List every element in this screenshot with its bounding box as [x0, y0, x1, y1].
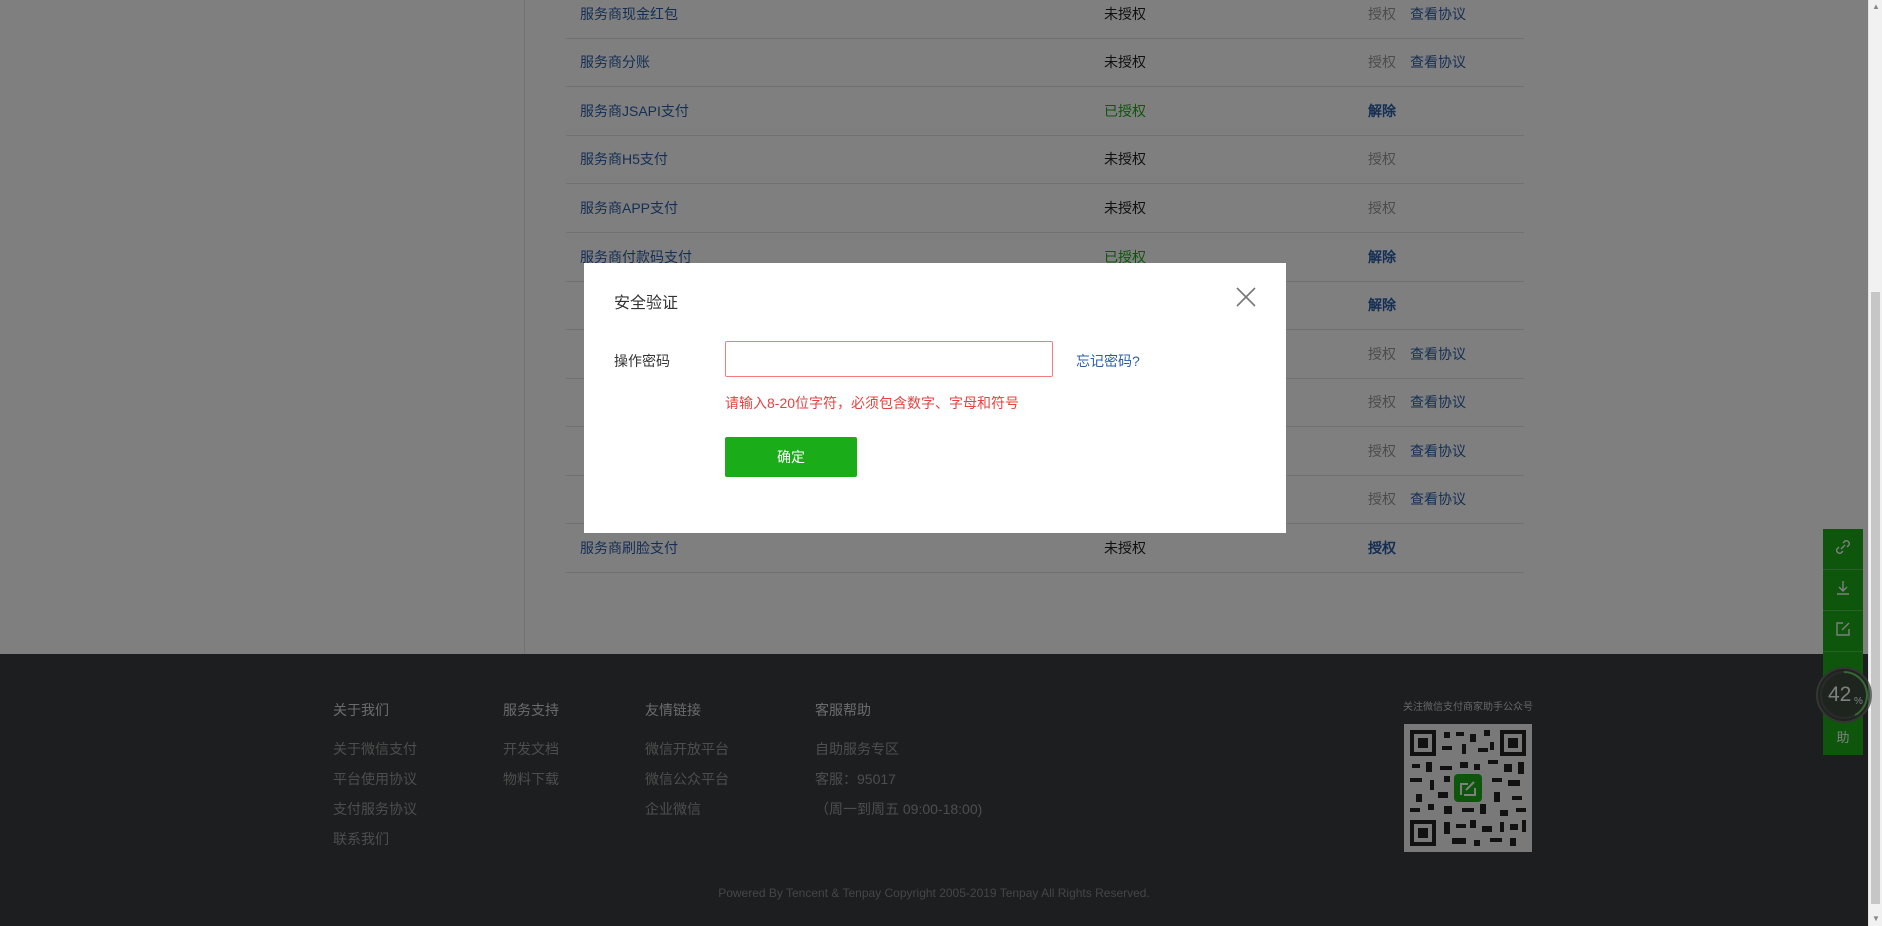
confirm-button[interactable]: 确定	[725, 437, 857, 477]
security-verification-dialog: 安全验证 操作密码 忘记密码? 请输入8-20位字符，必须包含数字、字母和符号 …	[584, 263, 1286, 533]
close-icon	[1234, 287, 1258, 313]
password-label: 操作密码	[614, 353, 670, 369]
page-scrollbar[interactable]: ▲ ▼	[1868, 0, 1882, 926]
dialog-title: 安全验证	[614, 295, 679, 312]
forgot-password-link[interactable]: 忘记密码?	[1076, 351, 1140, 371]
page: 服务商现金红包 未授权 授权 查看协议 服务商分账 未授权 授权 查看协议 服务…	[0, 0, 1882, 926]
scroll-up-icon[interactable]: ▲	[1872, 2, 1880, 11]
close-button[interactable]	[1234, 285, 1258, 309]
operation-password-input[interactable]	[725, 341, 1053, 377]
password-error-message: 请输入8-20位字符，必须包含数字、字母和符号	[725, 395, 1020, 411]
scroll-down-icon[interactable]: ▼	[1872, 914, 1880, 923]
scrollbar-thumb[interactable]	[1871, 292, 1880, 904]
